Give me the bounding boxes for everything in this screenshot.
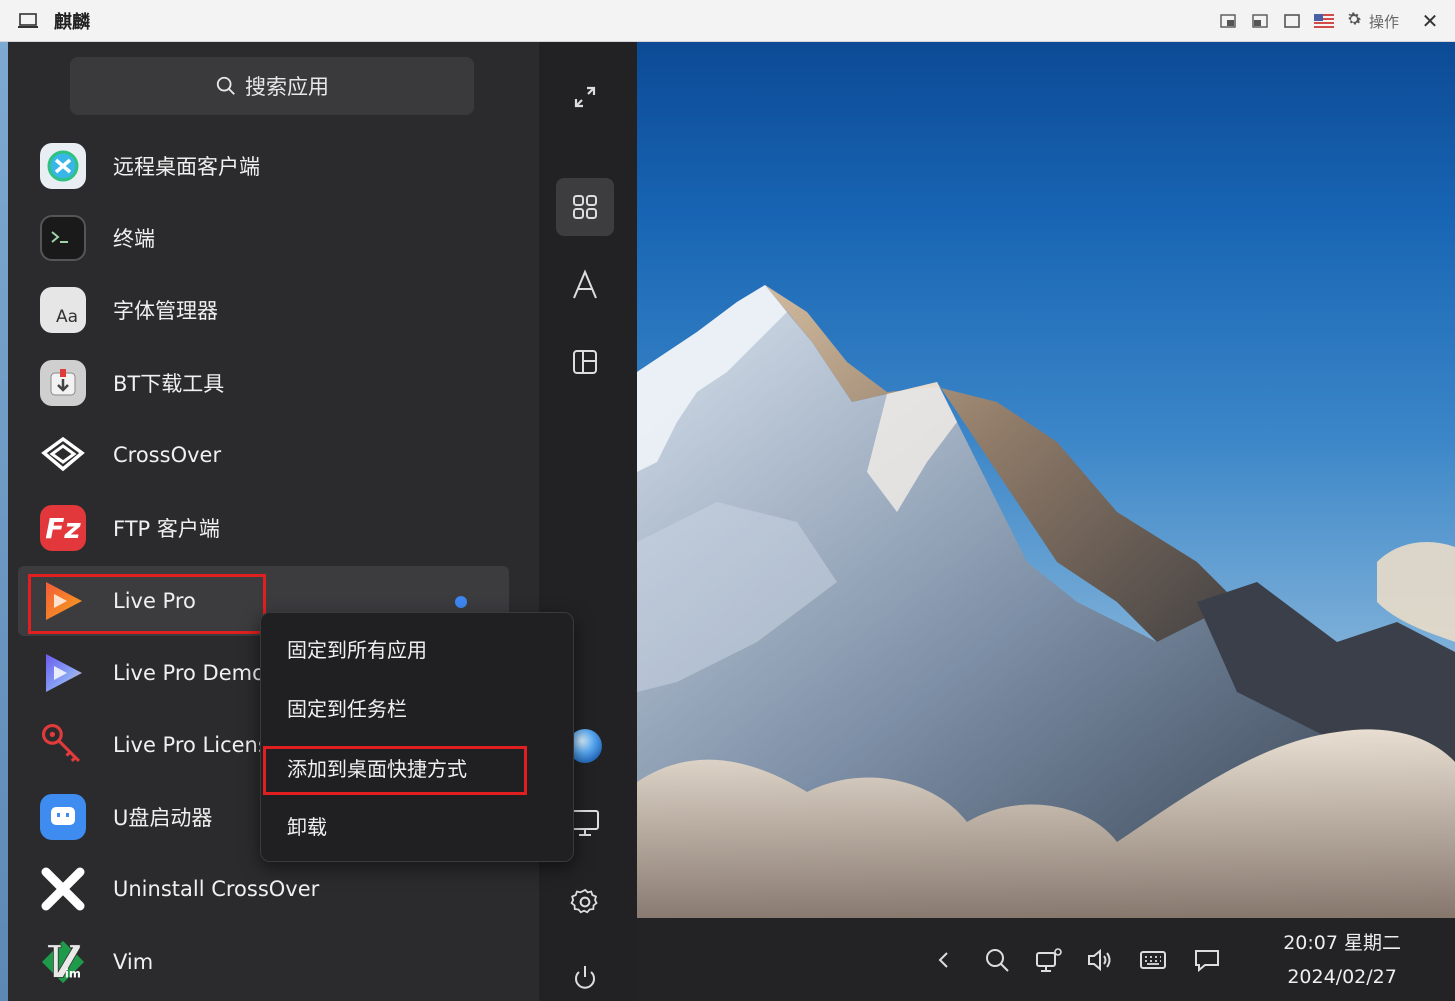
maximize-icon[interactable] — [1281, 10, 1303, 32]
app-label: FTP 客户端 — [113, 517, 220, 541]
notification-icon[interactable] — [1189, 918, 1225, 1001]
app-label: Uninstall CrossOver — [113, 877, 320, 901]
actions-label: 操作 — [1368, 12, 1399, 31]
network-icon[interactable] — [1031, 918, 1067, 1001]
settings-icon[interactable] — [556, 873, 614, 931]
highlight-box-livepro — [28, 574, 266, 634]
menu-item-pin-taskbar[interactable]: 固定到任务栏 — [261, 679, 575, 735]
alphabet-sort-icon[interactable] — [556, 256, 614, 314]
laptop-icon — [16, 11, 40, 31]
menu-item-pin-all-apps[interactable]: 固定到所有应用 — [261, 620, 575, 676]
app-label: CrossOver — [113, 443, 222, 467]
app-label: 字体管理器 — [113, 299, 218, 323]
app-label: Live Pro Licens — [113, 733, 269, 757]
category-view-icon[interactable] — [556, 333, 614, 391]
close-icon[interactable]: ✕ — [1419, 9, 1441, 33]
desktop-edge — [0, 42, 8, 1001]
crossover-icon — [40, 432, 86, 478]
app-label: 远程桌面客户端 — [113, 155, 260, 179]
search-icon[interactable] — [979, 918, 1015, 1001]
key-icon — [40, 722, 86, 768]
expand-icon[interactable] — [556, 68, 614, 126]
restore-icon[interactable] — [1249, 10, 1271, 32]
keyboard-icon[interactable] — [1135, 918, 1171, 1001]
app-item-bt-download[interactable]: BT下载工具 — [18, 348, 509, 418]
vim-icon: im — [40, 939, 86, 985]
grid-view-icon[interactable] — [556, 178, 614, 236]
desktop-wallpaper — [637, 42, 1455, 918]
us-flag-icon[interactable] — [1313, 10, 1335, 32]
usb-launcher-icon — [40, 794, 86, 840]
filezilla-icon: Fz — [40, 505, 86, 551]
app-item-uninstall-crossover[interactable]: Uninstall CrossOver — [18, 854, 509, 924]
clock-date: 2024/02/27 — [1287, 966, 1397, 988]
terminal-icon — [40, 215, 86, 261]
app-item-remote-desktop[interactable]: 远程桌面客户端 — [18, 131, 509, 201]
minimize-icon[interactable] — [1217, 10, 1239, 32]
app-label: Live Pro Demo — [113, 661, 265, 685]
bt-download-icon — [40, 360, 86, 406]
actions-menu-button[interactable]: 操作 — [1345, 10, 1399, 32]
app-label: 终端 — [113, 227, 155, 251]
search-placeholder: 搜索应用 — [245, 75, 329, 99]
window-titlebar: 麒麟 操作 ✕ — [0, 0, 1455, 42]
app-label: BT下载工具 — [113, 372, 225, 396]
app-label: Vim — [113, 950, 154, 974]
app-label: U盘启动器 — [113, 806, 213, 830]
app-context-menu: 固定到所有应用 固定到任务栏 添加到桌面快捷方式 卸载 — [260, 612, 574, 862]
volume-icon[interactable] — [1083, 918, 1119, 1001]
app-item-crossover[interactable]: CrossOver — [18, 420, 509, 490]
menu-item-uninstall[interactable]: 卸载 — [261, 797, 575, 853]
livepro-demo-icon — [40, 650, 86, 696]
app-item-font-manager[interactable]: Aa 字体管理器 — [18, 275, 509, 345]
highlight-box-add-shortcut — [263, 746, 527, 795]
font-manager-icon: Aa — [40, 287, 86, 333]
clock-time: 20:07 星期二 — [1283, 932, 1401, 954]
search-icon — [216, 76, 235, 95]
window-title: 麒麟 — [54, 11, 90, 33]
power-icon[interactable] — [556, 949, 614, 1001]
clock[interactable]: 20:07 星期二 2024/02/27 — [1283, 926, 1401, 994]
remote-desktop: 搜索应用 远程桌面客户端 终端 Aa 字体管理器 BT下载工具 CrossOve… — [8, 42, 1455, 1001]
app-item-vim[interactable]: im Vim — [18, 927, 509, 997]
search-input[interactable]: 搜索应用 — [70, 57, 474, 115]
svg-text:im: im — [65, 966, 81, 980]
app-item-ftp-client[interactable]: Fz FTP 客户端 — [18, 493, 509, 563]
gear-icon — [1345, 10, 1363, 32]
remote-desktop-icon — [40, 143, 86, 189]
chevron-left-icon[interactable] — [929, 918, 959, 1001]
uninstall-icon — [40, 866, 86, 912]
new-app-dot — [455, 596, 467, 608]
taskbar: 20:07 星期二 2024/02/27 — [637, 918, 1455, 1001]
app-item-terminal[interactable]: 终端 — [18, 203, 509, 273]
